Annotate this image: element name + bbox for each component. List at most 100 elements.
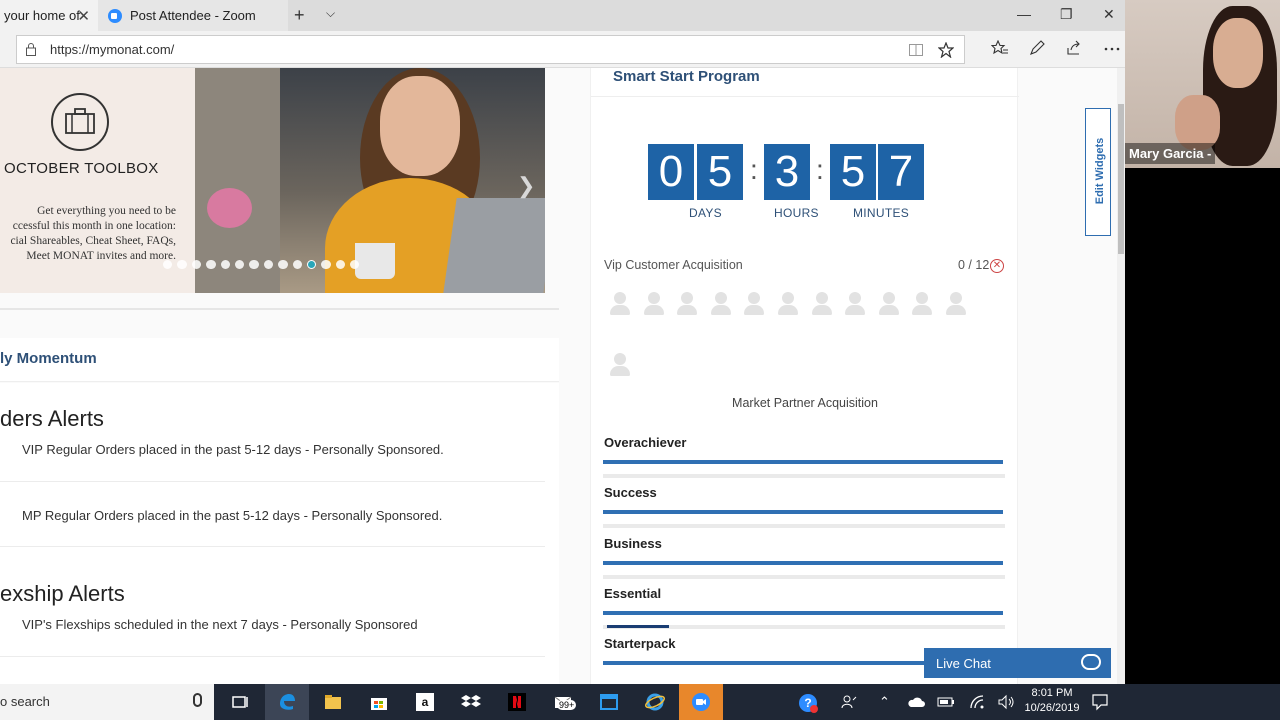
carousel-dot[interactable] (306, 260, 317, 270)
tier-name: Essential (604, 585, 662, 601)
cloud-icon[interactable] (907, 696, 925, 708)
tab-home[interactable]: your home of ✕ (0, 0, 98, 31)
toolbox-title: OCTOBER TOOLBOX (4, 160, 159, 177)
tab-list-button[interactable]: ⌵ (326, 6, 335, 21)
carousel-dot[interactable] (206, 260, 216, 270)
briefcase-icon (51, 93, 109, 151)
video-background (1125, 168, 1280, 684)
tier-progress-fill (607, 624, 669, 628)
dropbox-icon[interactable] (449, 684, 493, 720)
tier-name: Business (604, 535, 662, 551)
person-icon (777, 292, 799, 316)
restore-button[interactable]: ❐ (1060, 6, 1073, 23)
carousel-dot[interactable] (350, 260, 360, 270)
more-icon[interactable] (1104, 47, 1120, 51)
system-clock[interactable]: 8:01 PM 10/26/2019 (1022, 686, 1082, 716)
close-tab-icon[interactable]: ✕ (77, 7, 90, 25)
carousel-dot[interactable] (163, 260, 173, 270)
tier-progress-track (603, 524, 1005, 529)
url-text: https://mymonat.com/ (50, 42, 175, 57)
divider (0, 546, 545, 547)
live-chat-button[interactable]: Live Chat (924, 648, 1111, 678)
edit-widgets-button[interactable]: Edit Widgets (1085, 108, 1111, 236)
countdown-digit: 5 (697, 144, 743, 200)
reading-view-icon[interactable] (909, 44, 923, 56)
carousel-dot[interactable] (249, 260, 259, 270)
countdown-colon: : (750, 154, 758, 185)
chat-bubble-icon (1081, 654, 1101, 670)
toolbox-line: ccessful this month in one location: (12, 220, 176, 232)
vip-flexships-alert[interactable]: VIP's Flexships scheduled in the next 7 … (22, 617, 418, 632)
person-icon (676, 292, 698, 316)
new-tab-button[interactable]: + (294, 5, 305, 26)
countdown-digit: 5 (830, 144, 876, 200)
people-icon[interactable] (841, 694, 857, 710)
tier-bar (603, 560, 1003, 565)
chevron-up-icon[interactable]: ⌃ (879, 694, 890, 710)
carousel-dot[interactable] (335, 260, 346, 270)
vip-orders-alert[interactable]: VIP Regular Orders placed in the past 5-… (22, 442, 444, 457)
window-icon[interactable] (587, 684, 631, 720)
carousel-dots (163, 260, 360, 270)
carousel-dot[interactable] (321, 260, 331, 270)
notifications-icon[interactable] (1091, 693, 1109, 711)
page-content: OCTOBER TOOLBOX Get everything you need … (0, 68, 1117, 684)
wifi-icon[interactable] (969, 694, 985, 710)
zoom-icon (108, 8, 122, 23)
taskbar-search[interactable]: o search (0, 684, 214, 720)
person-icon (878, 292, 900, 316)
minimize-button[interactable]: — (1017, 6, 1031, 22)
carousel-dot[interactable] (234, 260, 245, 270)
mail-icon[interactable]: 99+ (541, 684, 585, 720)
divider (0, 656, 545, 657)
countdown-digit: 0 (648, 144, 694, 200)
participant-name: Mary Garcia - (1125, 143, 1216, 164)
favorites-icon[interactable] (991, 40, 1009, 56)
notification-badge: 99+ (557, 700, 577, 710)
toolbox-line: cial Shareables, Cheat Sheet, FAQs, (10, 235, 176, 247)
person-icon (945, 292, 967, 316)
person-icon (609, 353, 631, 377)
edge-icon[interactable] (265, 684, 309, 720)
divider (591, 96, 1019, 97)
carousel-dot[interactable] (191, 260, 202, 270)
tier-name: Overachiever (604, 435, 687, 450)
task-view-icon[interactable] (218, 684, 262, 720)
carousel-dot[interactable] (278, 260, 288, 270)
netflix-icon[interactable] (495, 684, 539, 720)
webcam-video: Mary Garcia - (1125, 0, 1280, 168)
carousel-dot[interactable] (177, 260, 187, 270)
amazon-icon[interactable]: a (403, 684, 447, 720)
tier-bar (603, 460, 1003, 464)
countdown-colon: : (816, 154, 824, 185)
pen-icon[interactable] (1029, 40, 1045, 56)
url-field[interactable]: https://mymonat.com/ (16, 35, 965, 64)
carousel-dot[interactable] (220, 260, 230, 270)
mp-orders-alert[interactable]: MP Regular Orders placed in the past 5-1… (22, 508, 442, 523)
page-scrollbar[interactable] (1117, 68, 1125, 684)
zoom-taskbar-icon[interactable] (679, 684, 723, 720)
smart-start-card: Smart Start Program 0 5 : 3 : 5 7 DAYS H… (590, 68, 1019, 684)
countdown-digit: 7 (878, 144, 924, 200)
person-icon (643, 292, 665, 316)
help-icon[interactable]: ? (797, 692, 819, 714)
tab-zoom[interactable]: Post Attendee - Zoom (98, 0, 288, 31)
scrollbar-thumb[interactable] (1118, 104, 1124, 254)
carousel-dot[interactable] (263, 260, 274, 270)
vip-acquisition-count: 0 / 12 (958, 258, 990, 272)
carousel-dot[interactable] (292, 260, 302, 270)
share-icon[interactable] (1066, 40, 1082, 56)
person-icon (911, 292, 933, 316)
mic-icon[interactable] (193, 693, 202, 707)
minutes-label: MINUTES (853, 206, 910, 220)
file-explorer-icon[interactable] (311, 684, 355, 720)
mp-acquisition-label: Market Partner Acquisition (732, 396, 878, 410)
favorite-star-icon[interactable] (938, 42, 954, 58)
volume-icon[interactable] (997, 694, 1015, 710)
ie-icon[interactable] (633, 684, 677, 720)
store-icon[interactable] (357, 684, 401, 720)
close-window-button[interactable]: ✕ (1103, 6, 1115, 23)
battery-icon[interactable] (937, 696, 955, 708)
browser-tab-bar: your home of ✕ Post Attendee - Zoom + ⌵ … (0, 0, 1125, 31)
chevron-right-icon[interactable]: ❯ (517, 173, 535, 199)
